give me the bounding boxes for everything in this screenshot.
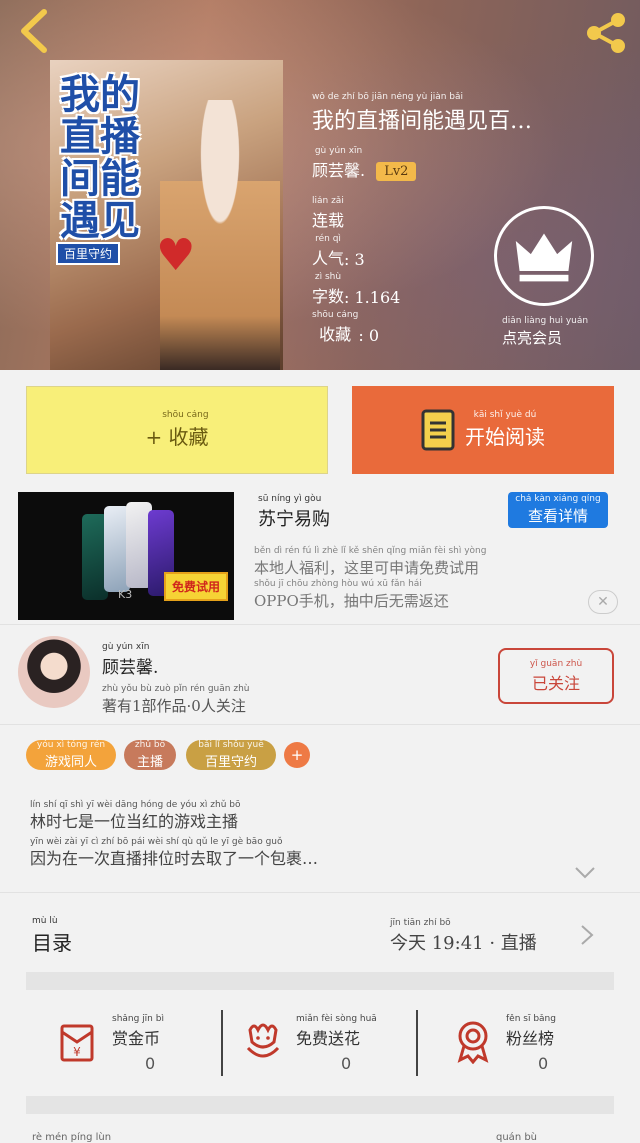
expand-chevron-icon[interactable]: [574, 866, 596, 880]
tag-chip[interactable]: yóu xì tóng rén 游戏同人: [26, 740, 116, 770]
popularity-value: : 3: [344, 250, 365, 269]
divider: [221, 1010, 223, 1076]
crown-icon: [515, 233, 573, 282]
ad-description: běn dì rén fú lì zhè lǐ kě shēn qǐng miǎ…: [254, 546, 487, 610]
wordcount-value: : 1.164: [344, 288, 401, 307]
wordcount-row: zì shù 字数: 1.164: [312, 272, 401, 307]
favorites-value: : 0: [358, 326, 380, 345]
book-icon: [421, 409, 455, 451]
latest-update[interactable]: jīn tiān zhí bō 今天 19:41 · 直播: [390, 918, 537, 955]
heart-icon: ♥: [156, 230, 196, 281]
divider: [0, 624, 640, 625]
header-author[interactable]: 顾芸馨.: [312, 161, 365, 180]
book-header: 我的直播间能遇见 ♥ 百里守约 wǒ de zhí bō jiān néng y…: [0, 0, 640, 370]
vip-button[interactable]: [494, 206, 594, 306]
reward-coins-count: 0: [145, 1054, 156, 1073]
ad-image[interactable]: K3 免费试用: [18, 492, 234, 620]
flower-icon[interactable]: [240, 1018, 286, 1064]
ad-detail-button[interactable]: chá kàn xiáng qíng 查看详情: [508, 492, 608, 528]
fan-ranking-count: 0: [538, 1054, 549, 1073]
send-flowers-count: 0: [341, 1054, 352, 1073]
free-trial-badge: 免费试用: [164, 572, 229, 601]
red-envelope-icon[interactable]: ¥: [56, 1018, 102, 1064]
section-gap: [26, 972, 614, 990]
popularity-row: rén qì 人气: 3: [312, 234, 365, 269]
author-avatar[interactable]: [18, 636, 90, 708]
cover-tag: 百里守约: [56, 242, 121, 265]
vip-label[interactable]: diǎn liàng huì yuán 点亮会员: [502, 316, 588, 348]
ad-close-button[interactable]: ✕: [588, 590, 618, 614]
ad-brand: sū níng yì gòu 苏宁易购: [258, 494, 330, 530]
cover-title: 我的直播间能遇见: [60, 71, 140, 244]
book-title: wǒ de zhí bō jiān néng yù jiàn bǎi 我的直播间…: [312, 92, 533, 134]
tag-chip[interactable]: bǎi lǐ shǒu yuē 百里守约: [186, 740, 276, 770]
back-arrow-icon[interactable]: [14, 8, 54, 54]
author-row: gù yún xīn 顾芸馨. Lv2: [312, 146, 417, 181]
hot-comments-pinyin: rè mén píng lùn: [32, 1132, 112, 1143]
phone-model: K3: [118, 588, 133, 601]
serial-status: 连载: [312, 211, 345, 230]
author-name[interactable]: gù yún xīn 顾芸馨.: [102, 642, 158, 678]
book-cover[interactable]: 我的直播间能遇见 ♥ 百里守约: [50, 60, 283, 370]
start-reading-button[interactable]: kāi shǐ yuè dú 开始阅读: [352, 386, 614, 474]
share-icon[interactable]: [582, 10, 628, 56]
chevron-right-icon[interactable]: [580, 924, 594, 946]
reward-coins[interactable]: shǎng jīn bì 赏金币: [112, 1014, 164, 1049]
send-flowers[interactable]: miǎn fèi sòng huā 免费送花: [296, 1014, 377, 1049]
fan-ranking[interactable]: fěn sī bǎng 粉丝榜: [506, 1014, 556, 1049]
divider: [0, 724, 640, 725]
tag-chip[interactable]: zhǔ bō 主播: [124, 740, 176, 770]
level-badge: Lv2: [376, 162, 417, 181]
svg-text:¥: ¥: [73, 1045, 81, 1059]
divider: [0, 892, 640, 893]
medal-icon[interactable]: [450, 1018, 496, 1064]
all-comments-pinyin[interactable]: quán bù: [496, 1132, 537, 1143]
author-works: zhù yǒu bù zuò pǐn rén guān zhù 著有1部作品·0…: [102, 684, 250, 715]
divider: [416, 1010, 418, 1076]
favorites-row: shōu cáng 收藏: 0: [312, 310, 380, 345]
follow-button[interactable]: yǐ guān zhù 已关注: [498, 648, 614, 704]
section-gap: [26, 1096, 614, 1114]
catalog-label[interactable]: mù lù 目录: [32, 916, 72, 956]
add-tag-button[interactable]: +: [284, 742, 310, 768]
status-row: lián zǎi 连载: [312, 196, 345, 230]
book-intro[interactable]: lín shí qī shì yī wèi dāng hóng de yóu x…: [30, 800, 620, 874]
add-to-favorites-button[interactable]: shōu cáng + 收藏: [26, 386, 328, 474]
